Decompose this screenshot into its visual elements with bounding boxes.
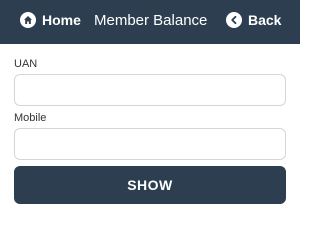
home-icon (20, 12, 36, 28)
home-label: Home (42, 12, 81, 28)
uan-input[interactable] (14, 74, 286, 106)
mobile-input[interactable] (14, 128, 286, 160)
page-title: Member Balance (94, 12, 208, 29)
back-button[interactable]: Back (226, 12, 281, 28)
uan-label: UAN (14, 58, 38, 70)
app-header: Home Member Balance Back (0, 0, 300, 44)
mobile-label: Mobile (14, 112, 47, 124)
balance-form: UAN Mobile SHOW (0, 58, 300, 204)
home-button[interactable]: Home (20, 12, 81, 28)
show-button[interactable]: SHOW (14, 166, 286, 204)
back-label: Back (248, 12, 282, 28)
chevron-left-icon (226, 12, 242, 28)
